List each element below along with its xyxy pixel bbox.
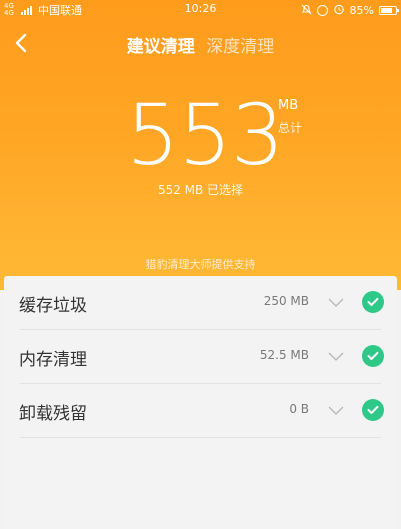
chevron-down-icon[interactable] <box>327 401 345 419</box>
status-bar: 4G 4G 中国联通 10:26 85% <box>0 0 401 20</box>
divider <box>20 437 381 438</box>
alarm-icon <box>333 3 345 18</box>
list-item-cache-junk[interactable]: 缓存垃圾 250 MB <box>4 276 397 330</box>
alarm-off-icon <box>301 4 312 18</box>
nav-bar: 建议清理 深度清理 <box>0 26 401 62</box>
clean-mode-tabs: 建议清理 深度清理 <box>0 32 401 57</box>
battery-percent: 85% <box>349 4 374 17</box>
location-icon <box>316 5 328 16</box>
item-size: 52.5 MB <box>259 348 309 362</box>
tab-deep-clean[interactable]: 深度清理 <box>206 32 274 57</box>
battery-icon <box>379 6 399 15</box>
item-checkbox[interactable] <box>362 399 384 421</box>
tab-suggested-clean[interactable]: 建议清理 <box>127 32 195 57</box>
powered-by-text: 猎豹清理大师提供支持 <box>145 258 256 271</box>
chevron-down-icon[interactable] <box>327 347 345 365</box>
chevron-down-icon[interactable] <box>327 293 345 311</box>
checkmark-icon <box>367 297 379 306</box>
item-size: 250 MB <box>263 294 309 308</box>
selected-size-text: 552 MB 已选择 <box>157 183 244 197</box>
list-item-memory-clean[interactable]: 内存清理 52.5 MB <box>4 330 397 384</box>
item-checkbox[interactable] <box>362 345 384 367</box>
item-checkbox[interactable] <box>362 291 384 313</box>
total-label: 总计 <box>278 121 303 135</box>
item-label: 卸载残留 <box>19 404 87 424</box>
total-size-unit: MB <box>278 98 299 113</box>
item-label: 缓存垃圾 <box>19 296 87 316</box>
item-size: 0 B <box>289 402 309 416</box>
status-right: 85% <box>301 3 399 18</box>
total-size-value: 553 <box>126 86 284 184</box>
checkmark-icon <box>367 405 379 414</box>
item-label: 内存清理 <box>19 350 87 370</box>
junk-item-list: 缓存垃圾 250 MB 内存清理 52.5 MB 卸载残留 0 B <box>4 276 397 529</box>
list-item-uninstall-residue[interactable]: 卸载残留 0 B <box>4 384 397 438</box>
checkmark-icon <box>367 351 379 360</box>
